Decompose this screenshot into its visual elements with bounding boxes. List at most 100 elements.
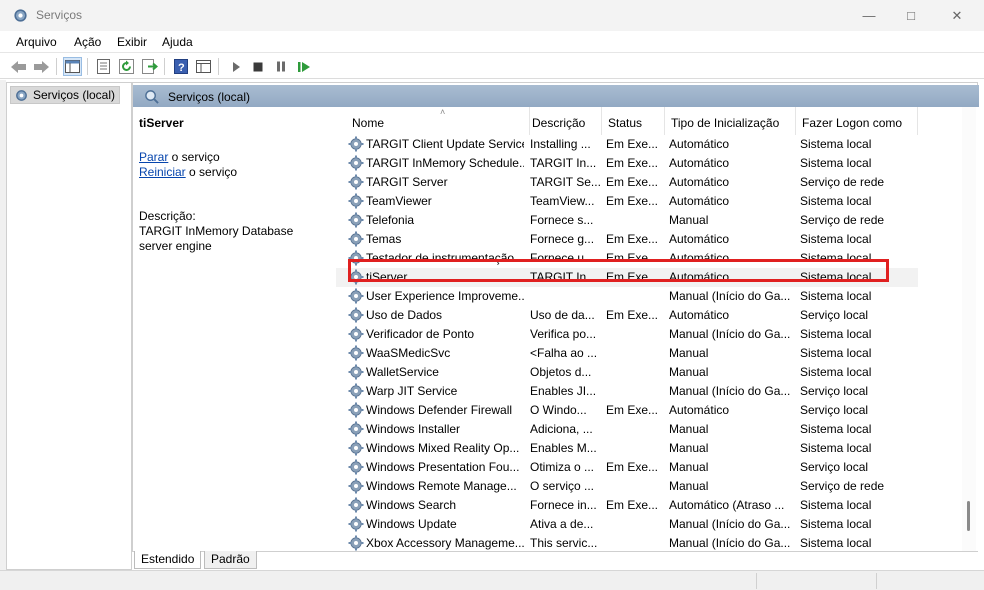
service-gear-icon: [348, 402, 364, 418]
tab-standard[interactable]: Padrão: [204, 551, 257, 569]
pause-service-button[interactable]: [271, 57, 290, 76]
vertical-scrollbar[interactable]: [962, 107, 976, 551]
service-logon-cell: Serviço local: [800, 460, 869, 474]
menu-arquivo[interactable]: Arquivo: [16, 35, 57, 49]
refresh-button[interactable]: [117, 57, 136, 76]
toolbar-separator: [87, 58, 88, 75]
column-header-startup-type-label: Tipo de Inicialização: [671, 116, 780, 130]
tree-item-services-local[interactable]: Serviços (local): [10, 86, 121, 104]
service-name-cell: Xbox Accessory Manageme...: [366, 536, 524, 550]
service-gear-icon: [348, 307, 364, 323]
service-row[interactable]: TARGIT Client Update Service Installing .…: [336, 135, 918, 154]
view-pane-icon: [196, 60, 211, 73]
service-gear-icon: [348, 535, 364, 551]
service-status-cell: Em Exe...: [606, 156, 659, 170]
show-hide-console-tree-button[interactable]: [63, 57, 82, 76]
service-row[interactable]: tiServer TARGIT In... Em Exe... Automático S…: [336, 268, 918, 287]
menu-acao[interactable]: Ação: [74, 35, 101, 49]
service-name-cell: Windows Update: [366, 517, 457, 531]
column-header-status[interactable]: Status: [602, 107, 665, 135]
service-name-cell: Telefonia: [366, 213, 415, 227]
service-name-cell: Warp JIT Service: [366, 384, 458, 398]
services-pane: Serviços (local) tiServer Parar o serviç…: [132, 82, 979, 552]
properties-icon: [97, 59, 110, 74]
properties-button[interactable]: [94, 57, 113, 76]
toolbar: ?: [0, 54, 984, 79]
maximize-button[interactable]: □: [888, 0, 934, 31]
service-startup-type-cell: Manual: [669, 479, 709, 493]
service-row[interactable]: TARGIT InMemory Schedule... TARGIT In... E…: [336, 154, 918, 173]
service-logon-cell: Sistema local: [800, 346, 872, 360]
menu-bar: Arquivo Ação Exibir Ajuda: [0, 31, 984, 53]
service-row[interactable]: Telefonia Fornece s... Manual Serviço de re…: [336, 211, 918, 230]
service-description-cell: Enables M...: [530, 441, 597, 455]
service-row[interactable]: TARGIT Server TARGIT Se... Em Exe... Automá…: [336, 173, 918, 192]
service-status-cell: Em Exe...: [606, 194, 659, 208]
service-row[interactable]: User Experience Improveme... Manual (Iníc…: [336, 287, 918, 306]
status-bar: [0, 570, 984, 590]
menu-ajuda[interactable]: Ajuda: [162, 35, 193, 49]
service-name-cell: Windows Remote Manage...: [366, 479, 517, 493]
help-button[interactable]: ?: [171, 57, 190, 76]
service-gear-icon: [348, 174, 364, 190]
column-header-startup-type[interactable]: Tipo de Inicialização: [665, 107, 796, 135]
search-gear-icon: [145, 90, 159, 104]
service-logon-cell: Serviço local: [800, 403, 869, 417]
service-row[interactable]: Xbox Accessory Manageme... This servic...…: [336, 534, 918, 551]
scrollbar-thumb[interactable]: [967, 501, 970, 531]
stop-icon: [253, 62, 262, 71]
service-startup-type-cell: Automático: [669, 251, 730, 265]
play-icon: [232, 61, 240, 72]
tab-extended[interactable]: Estendido: [134, 551, 202, 569]
service-startup-type-cell: Manual (Início do Ga...: [669, 327, 791, 341]
restart-service-button[interactable]: [294, 57, 313, 76]
service-row[interactable]: Windows Installer Adiciona, ... Manual Sist…: [336, 420, 918, 439]
menu-exibir[interactable]: Exibir: [117, 35, 147, 49]
stop-service-button[interactable]: [248, 57, 267, 76]
service-row[interactable]: Windows Defender Firewall O Windo... Em Ex…: [336, 401, 918, 420]
service-name-cell: User Experience Improveme...: [366, 289, 524, 303]
service-row[interactable]: Uso de Dados Uso de da... Em Exe... Automát…: [336, 306, 918, 325]
service-gear-icon: [348, 478, 364, 494]
start-service-button[interactable]: [226, 57, 245, 76]
service-name-cell: Windows Installer: [366, 422, 461, 436]
service-row[interactable]: WalletService Objetos d... Manual Sistema l…: [336, 363, 918, 382]
column-header-name[interactable]: ˄ Nome: [346, 107, 530, 135]
service-row[interactable]: Windows Mixed Reality Op... Enables M... M…: [336, 439, 918, 458]
service-logon-cell: Serviço de rede: [800, 479, 885, 493]
service-row[interactable]: Verificador de Ponto Verifica po... Manual…: [336, 325, 918, 344]
services-gear-icon: [14, 9, 27, 22]
service-row[interactable]: Testador de instrumentação... Fornece u..…: [336, 249, 918, 268]
service-row[interactable]: Windows Update Ativa a de... Manual (Iníci…: [336, 515, 918, 534]
service-logon-cell: Sistema local: [800, 517, 872, 531]
service-name-cell: Temas: [366, 232, 402, 246]
service-row[interactable]: Warp JIT Service Enables JI... Manual (Iní…: [336, 382, 918, 401]
forward-button[interactable]: [32, 57, 51, 76]
minimize-button[interactable]: —: [846, 0, 892, 31]
service-logon-cell: Sistema local: [800, 536, 872, 550]
service-row[interactable]: TeamViewer TeamView... Em Exe... Automático…: [336, 192, 918, 211]
column-header-logon-as[interactable]: Fazer Logon como: [796, 107, 918, 135]
service-logon-cell: Sistema local: [800, 232, 872, 246]
service-row[interactable]: Windows Presentation Fou... Otimiza o ...…: [336, 458, 918, 477]
column-header-description[interactable]: Descrição: [526, 107, 602, 135]
service-row[interactable]: Windows Search Fornece in... Em Exe... Auto…: [336, 496, 918, 515]
service-status-cell: Em Exe...: [606, 308, 659, 322]
service-startup-type-cell: Manual: [669, 213, 709, 227]
export-list-button[interactable]: [140, 57, 159, 76]
service-status-cell: Em Exe...: [606, 232, 659, 246]
service-row[interactable]: Windows Remote Manage... O serviço ... Man…: [336, 477, 918, 496]
service-row[interactable]: WaaSMedicSvc <Falha ao ... Manual Sistema l…: [336, 344, 918, 363]
back-button[interactable]: [9, 57, 28, 76]
service-status-cell: Em Exe...: [606, 270, 659, 284]
service-row[interactable]: Temas Fornece g... Em Exe... Automático Sist…: [336, 230, 918, 249]
close-button[interactable]: ✕: [934, 0, 980, 31]
restart-service-link[interactable]: Reiniciar: [139, 165, 186, 179]
refresh-icon: [119, 59, 134, 74]
service-gear-icon: [348, 250, 364, 266]
service-gear-icon: [348, 212, 364, 228]
service-status-cell: Em Exe...: [606, 137, 659, 151]
mmc-view-button[interactable]: [194, 57, 213, 76]
toolbar-separator: [164, 58, 165, 75]
stop-service-link[interactable]: Parar: [139, 150, 168, 164]
